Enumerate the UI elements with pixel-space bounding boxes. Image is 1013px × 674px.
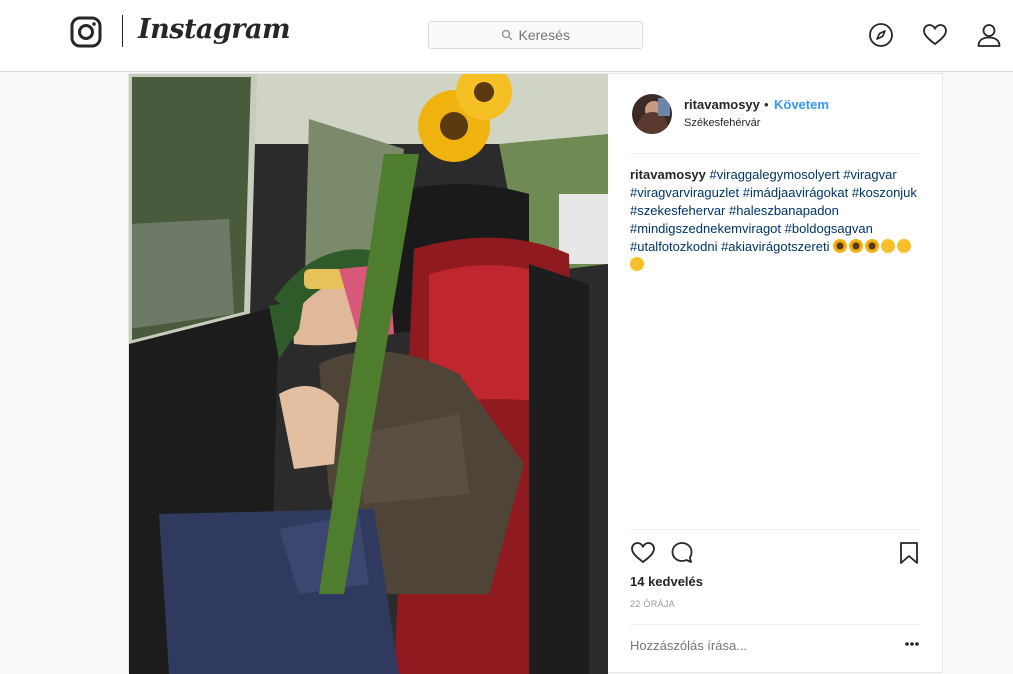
- hashtag-link[interactable]: #haleszbanapadon: [729, 203, 839, 218]
- caption: ritavamosyy #viraggalegymosolyert #virag…: [630, 166, 925, 274]
- hashtag-link[interactable]: #szekesfehervar: [630, 203, 725, 218]
- post-photo[interactable]: [129, 74, 608, 674]
- hashtag-link[interactable]: #akiavirágotszereti: [721, 239, 829, 254]
- separator-dot: •: [764, 97, 769, 112]
- hashtag-link[interactable]: #utalfotozkodni: [630, 239, 717, 254]
- author-username[interactable]: ritavamosyy: [684, 97, 760, 112]
- heart-icon[interactable]: [922, 22, 948, 48]
- profile-icon[interactable]: [976, 22, 1002, 48]
- location-link[interactable]: Székesfehérvár: [684, 117, 760, 129]
- hashtag-link[interactable]: #viragvar: [843, 167, 896, 182]
- hug-emoji: [630, 257, 644, 271]
- more-options-icon[interactable]: [904, 641, 920, 647]
- logo-divider: [122, 15, 123, 47]
- search-input[interactable]: [518, 27, 571, 43]
- comment-input[interactable]: [630, 638, 880, 653]
- like-heart-icon[interactable]: [630, 541, 656, 565]
- comment-bubble-icon[interactable]: [670, 541, 696, 565]
- follow-button[interactable]: Követem: [774, 97, 829, 112]
- hashtag-link[interactable]: #koszonjuk: [852, 185, 917, 200]
- sunflower-emoji: [849, 239, 864, 253]
- instagram-wordmark[interactable]: Instagram: [138, 14, 291, 45]
- top-navigation-bar: Instagram: [0, 0, 1013, 72]
- post-header: ritavamosyy • Követem Székesfehérvár: [630, 94, 920, 154]
- sunflower-emoji: [833, 239, 848, 253]
- comment-box: [630, 624, 920, 674]
- post-card: ritavamosyy • Követem Székesfehérvár rit…: [128, 73, 943, 674]
- like-count[interactable]: 14 kedvelés: [630, 574, 703, 589]
- avatar[interactable]: [632, 94, 672, 134]
- hashtag-link[interactable]: #imádjaavirágokat: [743, 185, 849, 200]
- hashtag-link[interactable]: #mindigszednekemviragot: [630, 221, 781, 236]
- hashtag-link[interactable]: #boldogsagvan: [785, 221, 873, 236]
- post-photo-image: [129, 74, 608, 674]
- post-side-panel: ritavamosyy • Követem Székesfehérvár rit…: [608, 74, 943, 674]
- sunflower-emoji: [865, 239, 880, 253]
- compass-icon[interactable]: [868, 22, 894, 48]
- hashtag-link[interactable]: #viragvarviraguzlet: [630, 185, 739, 200]
- smile-emoji: [881, 239, 896, 253]
- slight-smile-emoji: [897, 239, 912, 253]
- search-box[interactable]: [428, 21, 643, 49]
- bookmark-icon[interactable]: [896, 541, 922, 565]
- hashtag-link[interactable]: #viraggalegymosolyert: [710, 167, 840, 182]
- search-icon: [501, 29, 513, 41]
- post-actions: [630, 529, 920, 569]
- caption-username[interactable]: ritavamosyy: [630, 167, 706, 182]
- instagram-camera-icon[interactable]: [70, 16, 102, 48]
- post-timestamp[interactable]: 22 ÓRÁJA: [630, 599, 675, 609]
